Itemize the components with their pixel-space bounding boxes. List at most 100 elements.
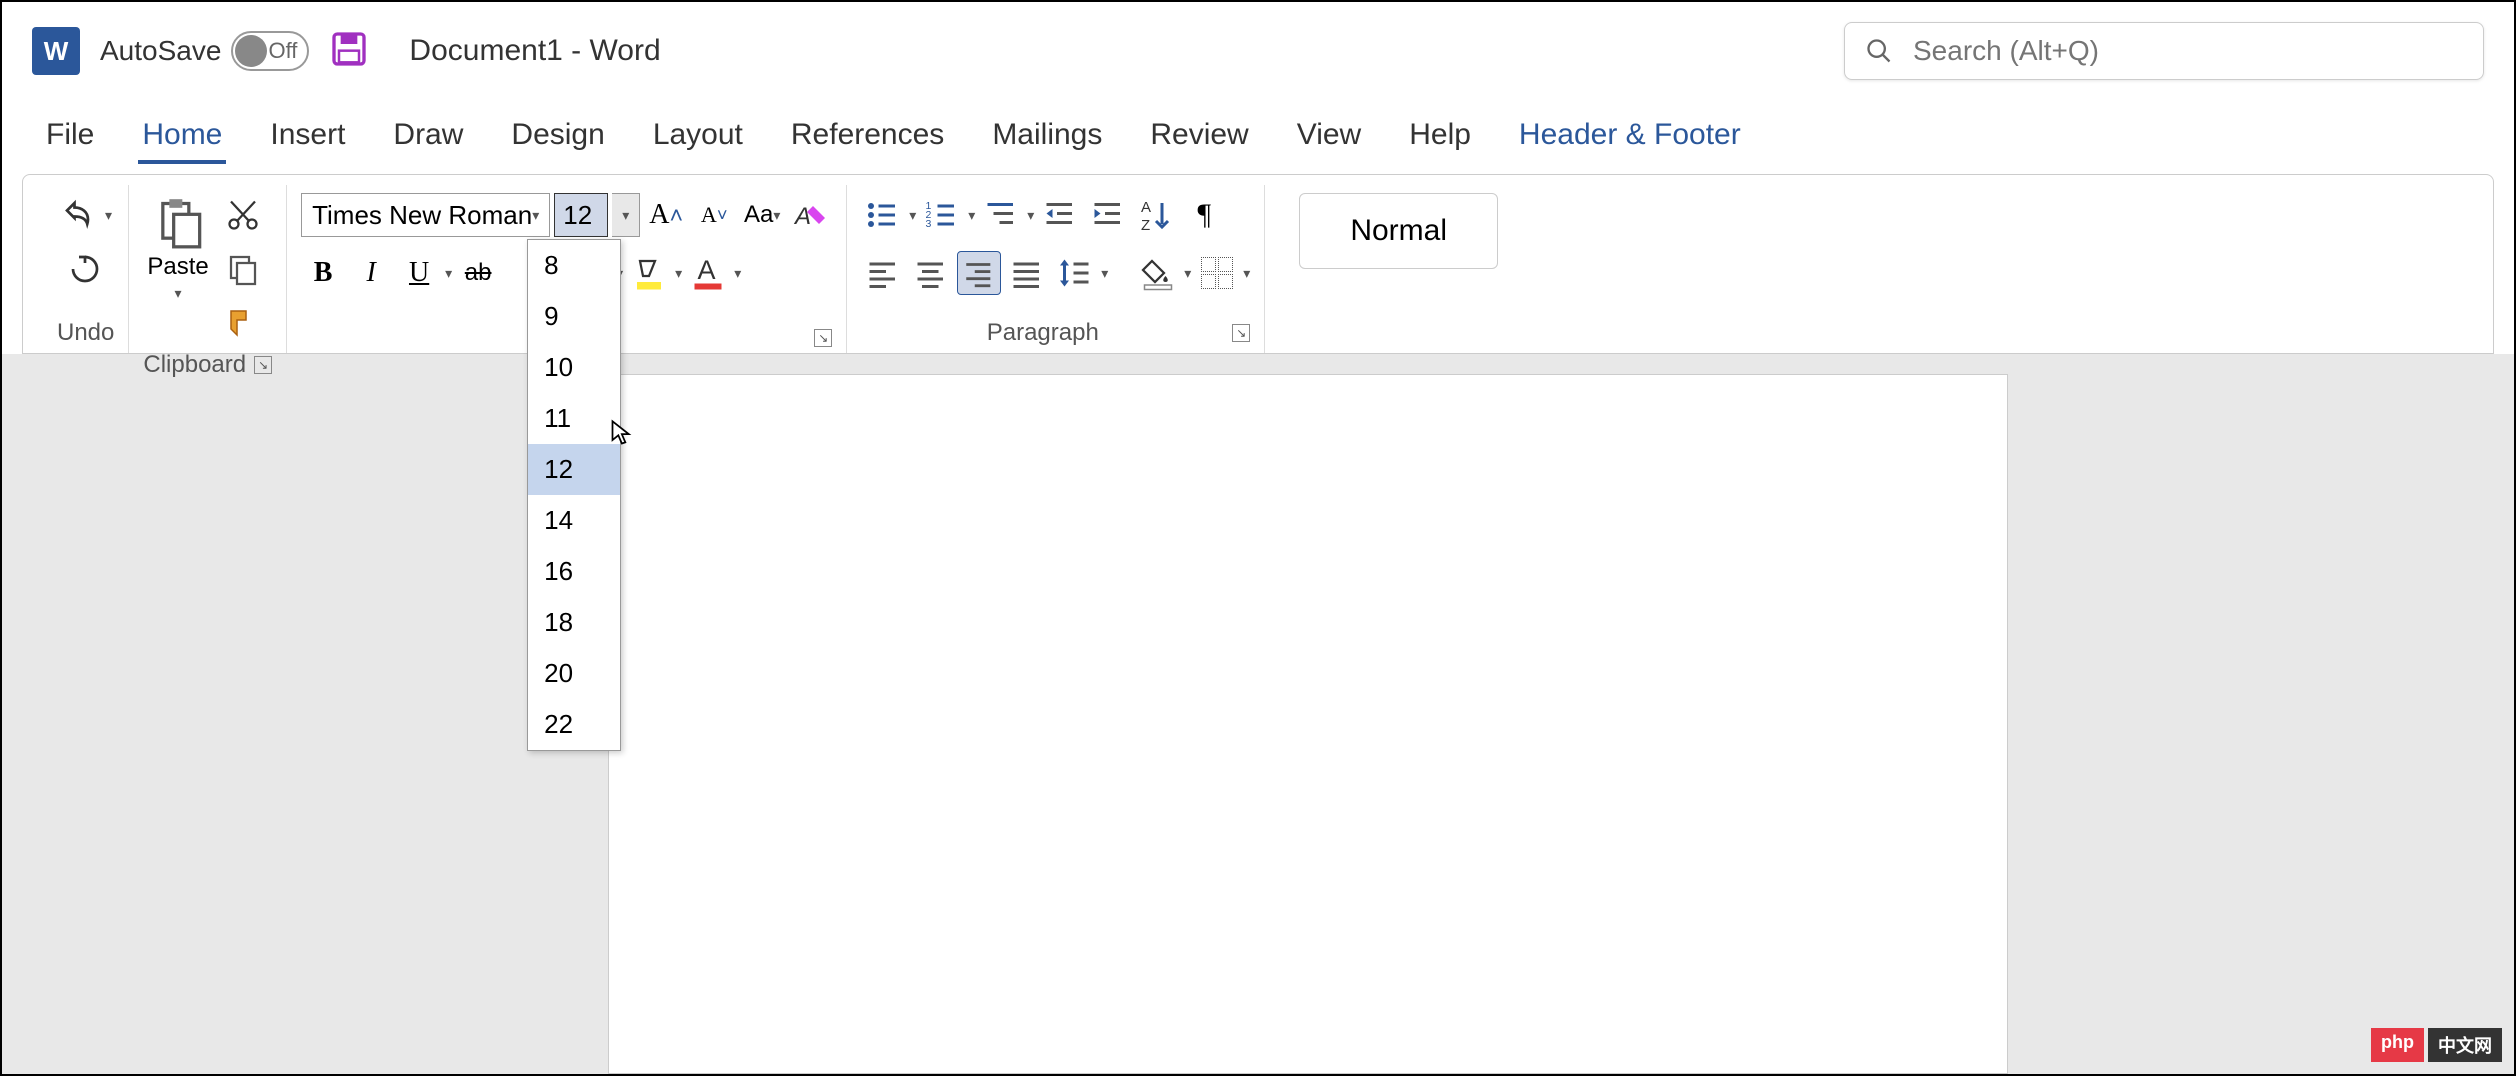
svg-text:3: 3 <box>926 218 932 230</box>
redo-button[interactable] <box>63 247 107 291</box>
font-size-dropdown-list: 8 9 10 11 12 14 16 18 20 22 <box>527 239 621 751</box>
underline-dropdown-icon[interactable]: ▾ <box>445 265 452 282</box>
undo-button[interactable] <box>57 193 101 237</box>
multilevel-button[interactable] <box>979 193 1023 237</box>
font-dialog-launcher[interactable]: ↘ <box>814 329 832 347</box>
font-name-selector[interactable]: Times New Roman ▾ <box>301 193 550 237</box>
align-center-button[interactable] <box>909 251 953 295</box>
tab-insert[interactable]: Insert <box>266 110 349 164</box>
font-size-dropdown-button[interactable]: ▾ <box>612 193 640 237</box>
numbering-dropdown-icon[interactable]: ▾ <box>968 207 975 224</box>
undo-dropdown-icon[interactable]: ▾ <box>105 207 112 224</box>
redo-icon <box>67 251 103 287</box>
tab-draw[interactable]: Draw <box>389 110 467 164</box>
highlight-button[interactable] <box>627 251 671 295</box>
font-size-input[interactable]: 12 <box>554 193 608 237</box>
align-left-button[interactable] <box>861 251 905 295</box>
justify-button[interactable] <box>1005 251 1049 295</box>
font-size-option[interactable]: 22 <box>528 699 620 750</box>
tab-review[interactable]: Review <box>1146 110 1252 164</box>
highlight-icon <box>631 255 667 291</box>
font-size-option[interactable]: 11 <box>528 393 620 444</box>
sort-button[interactable]: AZ <box>1134 193 1178 237</box>
tab-header-footer[interactable]: Header & Footer <box>1515 110 1745 164</box>
paste-icon <box>152 197 204 249</box>
copy-button[interactable] <box>221 247 265 291</box>
paste-label: Paste <box>147 253 208 281</box>
font-color-icon: A <box>690 255 726 291</box>
decrease-indent-button[interactable] <box>1038 193 1082 237</box>
clipboard-dialog-launcher[interactable]: ↘ <box>254 356 272 374</box>
save-button[interactable] <box>329 29 369 74</box>
shading-dropdown-icon[interactable]: ▾ <box>1184 265 1191 282</box>
line-spacing-dropdown-icon[interactable]: ▾ <box>1101 265 1108 282</box>
group-clipboard: Paste ▾ Clipboard ↘ <box>129 185 287 353</box>
shading-button[interactable] <box>1136 251 1180 295</box>
clear-formatting-button[interactable]: A <box>788 193 832 237</box>
font-color-dropdown-icon[interactable]: ▾ <box>734 265 741 282</box>
font-dropdown-icon: ▾ <box>532 207 539 224</box>
font-size-option[interactable]: 12 <box>528 444 620 495</box>
italic-button[interactable]: I <box>349 251 393 295</box>
paragraph-group-label: Paragraph <box>861 319 1224 347</box>
paste-dropdown-icon[interactable]: ▾ <box>175 285 182 302</box>
style-normal[interactable]: Normal <box>1299 193 1498 269</box>
chevron-down-icon: ▾ <box>622 207 629 224</box>
align-left-icon <box>865 255 901 291</box>
autosave-toggle[interactable]: Off <box>231 31 309 71</box>
tab-file[interactable]: File <box>42 110 98 164</box>
change-case-button[interactable]: Aa ▾ <box>740 193 784 237</box>
tab-help[interactable]: Help <box>1405 110 1475 164</box>
increase-indent-button[interactable] <box>1086 193 1130 237</box>
bullets-button[interactable] <box>861 193 905 237</box>
tab-layout[interactable]: Layout <box>649 110 747 164</box>
group-styles: Normal <box>1265 185 1512 353</box>
paragraph-dialog-launcher[interactable]: ↘ <box>1232 324 1250 342</box>
multilevel-dropdown-icon[interactable]: ▾ <box>1027 207 1034 224</box>
svg-text:A: A <box>698 255 716 285</box>
tab-design[interactable]: Design <box>507 110 608 164</box>
clipboard-group-label: Clipboard <box>143 351 246 379</box>
underline-button[interactable]: U <box>397 251 441 295</box>
bullets-dropdown-icon[interactable]: ▾ <box>909 207 916 224</box>
strikethrough-button[interactable]: ab <box>456 251 500 295</box>
numbering-button[interactable]: 123 <box>920 193 964 237</box>
line-spacing-button[interactable] <box>1053 251 1097 295</box>
font-size-option[interactable]: 8 <box>528 240 620 291</box>
search-input[interactable] <box>1913 35 2463 67</box>
align-right-button[interactable] <box>957 251 1001 295</box>
show-hide-button[interactable]: ¶ <box>1182 193 1226 237</box>
tab-view[interactable]: View <box>1293 110 1365 164</box>
tab-references[interactable]: References <box>787 110 948 164</box>
font-size-option[interactable]: 16 <box>528 546 620 597</box>
font-size-option[interactable]: 20 <box>528 648 620 699</box>
tab-mailings[interactable]: Mailings <box>988 110 1106 164</box>
cut-button[interactable] <box>221 193 265 237</box>
line-spacing-icon <box>1057 255 1093 291</box>
bold-button[interactable]: B <box>301 251 345 295</box>
watermark: php 中文网 <box>2371 1028 2502 1062</box>
format-painter-button[interactable] <box>221 301 265 345</box>
font-color-button[interactable]: A <box>686 251 730 295</box>
font-size-option[interactable]: 9 <box>528 291 620 342</box>
font-size-option[interactable]: 18 <box>528 597 620 648</box>
borders-dropdown-icon[interactable]: ▾ <box>1243 265 1250 282</box>
shrink-font-button[interactable]: A˅ <box>692 193 736 237</box>
document-page[interactable] <box>608 374 2008 1074</box>
highlight-dropdown-icon[interactable]: ▾ <box>675 265 682 282</box>
paste-button[interactable]: Paste ▾ <box>143 193 212 306</box>
word-app-window: W AutoSave Off Document1 - Word F <box>0 0 2516 1076</box>
ribbon-tabs: File Home Insert Draw Design Layout Refe… <box>2 90 2514 164</box>
search-box[interactable] <box>1844 22 2484 80</box>
grow-font-button[interactable]: A˄ <box>644 193 688 237</box>
font-size-option[interactable]: 14 <box>528 495 620 546</box>
borders-button[interactable] <box>1195 251 1239 295</box>
increase-indent-icon <box>1090 197 1126 233</box>
font-size-option[interactable]: 10 <box>528 342 620 393</box>
tab-home[interactable]: Home <box>138 110 226 164</box>
bullets-icon <box>865 197 901 233</box>
group-font: Times New Roman ▾ 12 ▾ A˄ A˅ Aa ▾ A <box>287 185 847 353</box>
autosave-control[interactable]: AutoSave Off <box>100 31 309 71</box>
cut-icon <box>225 197 261 233</box>
sort-icon: AZ <box>1138 197 1174 233</box>
